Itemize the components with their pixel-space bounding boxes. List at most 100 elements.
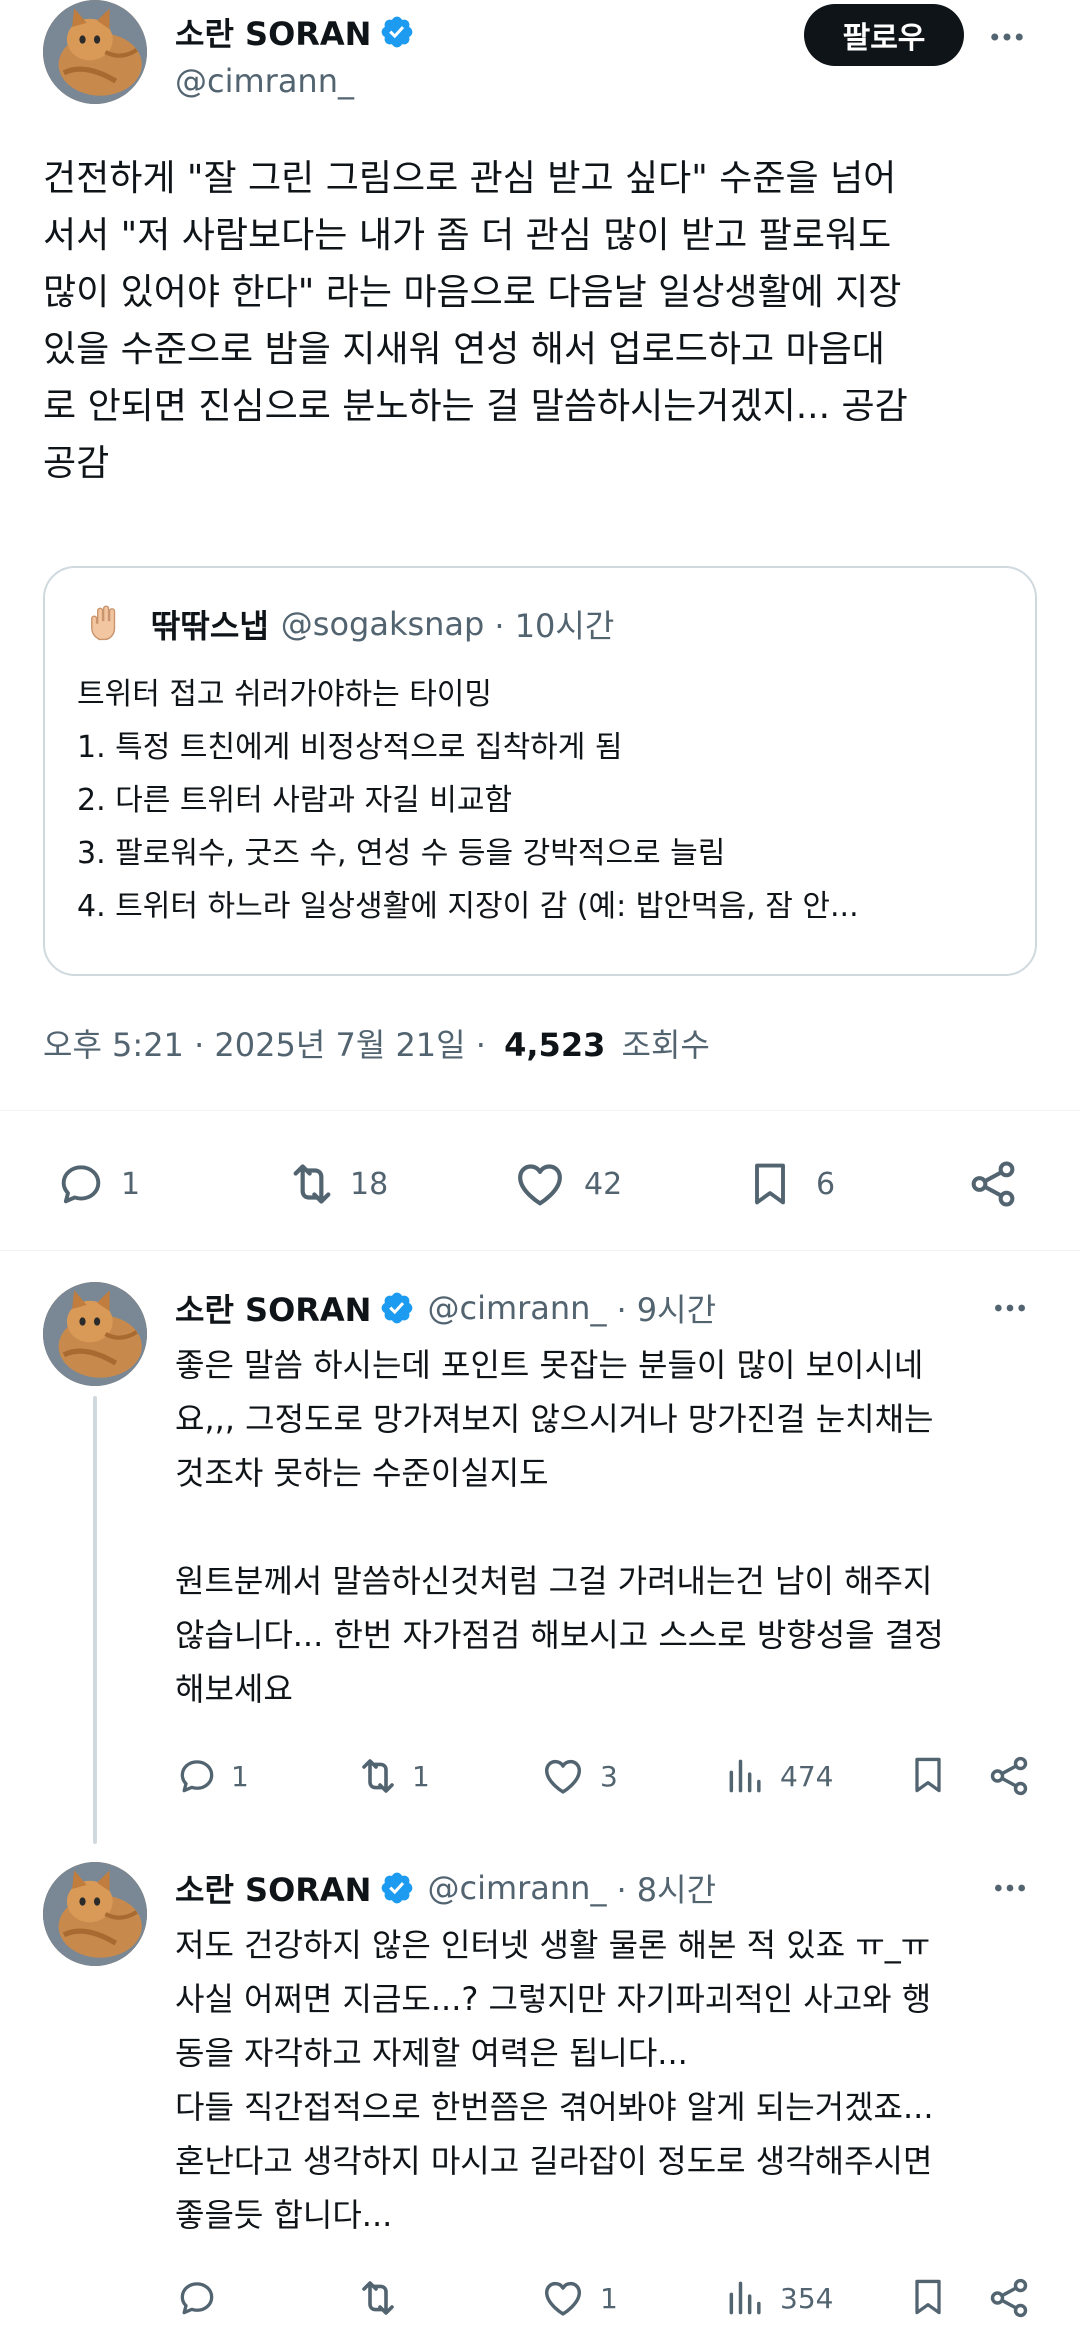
- follow-button[interactable]: 팔로우: [804, 4, 964, 66]
- author-name-row[interactable]: 소란 SORAN: [175, 10, 415, 54]
- quoted-text: 트위터 접고 쉬러가야하는 타이밍 1. 특정 트친에게 비정상적으로 집착하게…: [77, 668, 1017, 933]
- quoted-tweet-card[interactable]: 딲딲스냅 @sogaksnap · 10시간 트위터 접고 쉬러가야하는 타이밍…: [43, 566, 1037, 976]
- tweet-text: 건전하게 "잘 그린 그림으로 관심 받고 싶다" 수준을 넘어 서서 "저 사…: [43, 150, 1053, 492]
- reply-icon: [175, 1754, 219, 1798]
- views-count: 4,523: [504, 1026, 606, 1064]
- views-icon: [724, 2276, 768, 2320]
- views-icon: [724, 1754, 768, 1798]
- tweet-meta: 오후 5:21 · 2025년 7월 21일 · 4,523 조회수: [43, 1020, 710, 1066]
- retweet-count: 18: [350, 1166, 389, 1202]
- tweet-line: 공감: [43, 443, 110, 484]
- reply-button[interactable]: [175, 2274, 231, 2322]
- reply-line: 사실 어쩌면 지금도...? 그렇지만 자기파괴적인 사고와 행: [175, 1980, 932, 2018]
- share-icon: [966, 1157, 1020, 1211]
- bookmark-icon: [906, 1750, 950, 1800]
- like-button[interactable]: 1: [540, 2274, 618, 2322]
- share-icon: [986, 1753, 1032, 1799]
- reply-text: 좋은 말씀 하시는데 포인트 못잡는 분들이 많이 보이시네 요,,, 그정도로…: [175, 1338, 1055, 1716]
- retweet-button[interactable]: [354, 2274, 412, 2322]
- retweet-icon: [284, 1156, 340, 1212]
- reply-line: 다들 직간접적으로 한번쯤은 겪어봐야 알게 되는거겠죠...: [175, 2088, 934, 2126]
- quoted-line: 트위터 접고 쉬러가야하는 타이밍: [77, 677, 493, 712]
- hand-icon: [83, 602, 125, 644]
- reply-avatar[interactable]: [43, 1862, 147, 1966]
- reply-button[interactable]: 1: [55, 1156, 140, 1212]
- quoted-time: · 10시간: [494, 607, 615, 645]
- quoted-author-handle: @sogaksnap: [280, 605, 485, 643]
- bookmark-icon: [906, 2272, 950, 2322]
- author-name[interactable]: 소란 SORAN: [175, 9, 371, 55]
- reply-line: 저도 건강하지 않은 인터넷 생활 물론 해본 적 있죠 ㅠ_ㅠ: [175, 1926, 931, 1964]
- quoted-header: 딲딲스냅 @sogaksnap · 10시간: [151, 602, 614, 646]
- verified-badge-icon: [379, 14, 415, 50]
- heart-icon: [540, 1753, 586, 1799]
- tweet-timestamp[interactable]: 오후 5:21 · 2025년 7월 21일 ·: [43, 1026, 486, 1064]
- reply-line: 원트분께서 말씀하신것처럼 그걸 가려내는건 남이 해주지: [175, 1562, 933, 1600]
- quoted-line: 1. 특정 트친에게 비정상적으로 집착하게 됨: [77, 730, 623, 765]
- reply-line: 해보세요: [175, 1670, 293, 1708]
- tweet-line: 서서 "저 사람보다는 내가 좀 더 관심 많이 받고 팔로워도: [43, 215, 892, 256]
- divider: [0, 1110, 1080, 1111]
- reply-button[interactable]: 1: [175, 1752, 249, 1800]
- views-count: 354: [780, 2281, 834, 2315]
- retweet-icon: [354, 2274, 402, 2322]
- retweet-button[interactable]: 18: [284, 1156, 388, 1212]
- like-button[interactable]: 3: [540, 1752, 618, 1800]
- reply-line: 것조차 못하는 수준이실지도: [175, 1454, 549, 1492]
- share-button[interactable]: [986, 2274, 1032, 2322]
- more-options-icon[interactable]: [990, 1288, 1030, 1328]
- retweet-count: 1: [412, 1759, 430, 1793]
- reply-time[interactable]: · 8시간: [616, 1865, 716, 1911]
- quoted-line: 2. 다른 트위터 사람과 자길 비교함: [77, 783, 513, 818]
- reply-header: 소란 SORAN @cimrann_ · 8시간: [175, 1866, 716, 1910]
- quoted-author-avatar: [83, 602, 125, 644]
- quoted-line: 3. 팔로워수, 굿즈 수, 연성 수 등을 강박적으로 늘림: [77, 836, 726, 871]
- bookmark-icon: [744, 1156, 796, 1212]
- reply-time[interactable]: · 9시간: [616, 1285, 716, 1331]
- bookmark-button[interactable]: [906, 1750, 950, 1800]
- divider: [0, 1250, 1080, 1251]
- reply-author-handle[interactable]: @cimrann_: [427, 1869, 606, 1907]
- reply-author-name[interactable]: 소란 SORAN: [175, 1865, 371, 1911]
- quoted-author-name: 딲딲스냅: [151, 607, 269, 645]
- views-button[interactable]: 474: [724, 1752, 833, 1800]
- retweet-button[interactable]: 1: [354, 1752, 430, 1800]
- views-label: 조회수: [621, 1026, 710, 1064]
- more-options-icon[interactable]: [986, 16, 1028, 58]
- reply-header: 소란 SORAN @cimrann_ · 9시간: [175, 1286, 716, 1330]
- quoted-line: 4. 트위터 하느라 일상생활에 지장이 감 (예: 밥안먹음, 잠 안...: [77, 889, 859, 924]
- tweet-line: 로 안되면 진심으로 분노하는 걸 말씀하시는거겠지... 공감: [43, 386, 908, 427]
- author-avatar[interactable]: [43, 0, 147, 104]
- views-button[interactable]: 354: [724, 2274, 833, 2322]
- author-handle[interactable]: @cimrann_: [175, 62, 354, 100]
- more-options-icon[interactable]: [990, 1868, 1030, 1908]
- thread-connector: [93, 1396, 97, 1844]
- reply-line: 혼난다고 생각하지 마시고 길라잡이 정도로 생각해주시면: [175, 2142, 933, 2180]
- heart-icon: [540, 2275, 586, 2321]
- share-button[interactable]: [966, 1156, 1020, 1212]
- bookmark-button[interactable]: 6: [744, 1156, 835, 1212]
- tweet-line: 건전하게 "잘 그린 그림으로 관심 받고 싶다" 수준을 넘어: [43, 158, 897, 199]
- like-count: 3: [600, 1759, 618, 1793]
- reply-line: [175, 1500, 1055, 1554]
- bookmark-button[interactable]: [906, 2272, 950, 2322]
- verified-badge-icon: [379, 1290, 415, 1326]
- reply-icon: [55, 1158, 107, 1210]
- reply-author-name[interactable]: 소란 SORAN: [175, 1285, 371, 1331]
- views-count: 474: [780, 1759, 834, 1793]
- reply-avatar[interactable]: [43, 1282, 147, 1386]
- reply-line: 좋을듯 합니다...: [175, 2196, 393, 2234]
- tweet-line: 있을 수준으로 밤을 지새워 연성 해서 업로드하고 마음대: [43, 329, 885, 370]
- reply-icon: [175, 2276, 219, 2320]
- reply-line: 동을 자각하고 자제할 여력은 됩니다...: [175, 2034, 688, 2072]
- reply-line: 않습니다... 한번 자가점검 해보시고 스스로 방향성을 결정: [175, 1616, 944, 1654]
- tweet-line: 많이 있어야 한다" 라는 마음으로 다음날 일상생활에 지장: [43, 272, 902, 313]
- reply-count: 1: [121, 1166, 141, 1202]
- like-button[interactable]: 42: [512, 1156, 622, 1212]
- reply-author-handle[interactable]: @cimrann_: [427, 1289, 606, 1327]
- reply-line: 좋은 말씀 하시는데 포인트 못잡는 분들이 많이 보이시네: [175, 1346, 924, 1384]
- reply-line: 요,,, 그정도로 망가져보지 않으시거나 망가진걸 눈치채는: [175, 1400, 934, 1438]
- share-button[interactable]: [986, 1752, 1032, 1800]
- like-count: 1: [600, 2281, 618, 2315]
- heart-icon: [512, 1156, 568, 1212]
